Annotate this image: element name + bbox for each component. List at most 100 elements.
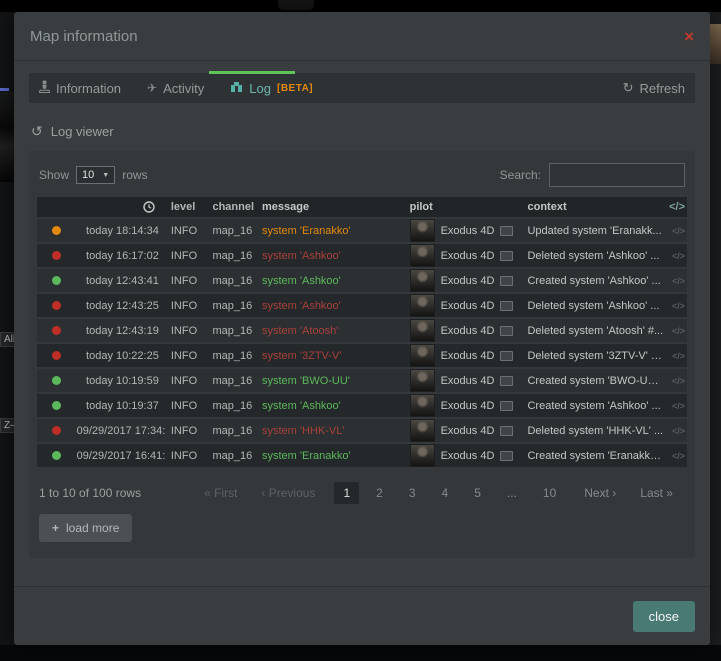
code-icon[interactable]: </>: [665, 226, 687, 236]
status-dot: [52, 251, 61, 260]
pilot-avatar: [410, 394, 435, 417]
load-more-button[interactable]: + load more: [39, 514, 132, 542]
code-icon[interactable]: </>: [665, 276, 687, 286]
refresh-icon: ↻: [623, 80, 634, 96]
tab-information-label: Information: [56, 81, 121, 96]
pilot-card-icon: [500, 451, 513, 461]
code-icon[interactable]: </>: [665, 351, 687, 361]
pagination-last[interactable]: Last »: [631, 482, 682, 504]
code-icon[interactable]: </>: [665, 401, 687, 411]
pilot-card-icon: [500, 426, 513, 436]
log-time: today 10:22:25: [77, 350, 165, 362]
status-dot: [52, 376, 61, 385]
log-context: Deleted system '3ZTV-V' #...: [527, 350, 665, 362]
table-row[interactable]: today 10:19:59 INFO map_16 system 'BWO-U…: [37, 369, 687, 394]
tab-activity-label: Activity: [163, 81, 204, 96]
pilot-avatar: [410, 294, 435, 317]
dialog-footer: close: [14, 586, 710, 645]
table-row[interactable]: today 10:22:25 INFO map_16 system '3ZTV-…: [37, 344, 687, 369]
log-level: INFO: [165, 325, 213, 337]
log-context: Created system 'BWO-UU'...: [527, 375, 665, 387]
status-dot: [52, 326, 61, 335]
page-size-select[interactable]: 10 ▼: [76, 166, 115, 184]
pagination-page-1[interactable]: 1: [334, 482, 359, 504]
pilot-avatar: [410, 319, 435, 342]
rows-label: rows: [122, 168, 147, 182]
table-row[interactable]: 09/29/2017 16:41:17 INFO map_16 system '…: [37, 444, 687, 469]
pagination-page-3[interactable]: 3: [400, 482, 425, 504]
log-message: system 'HHK-VL': [262, 425, 410, 437]
log-context: Created system 'Ashkoo' ...: [527, 400, 665, 412]
table-row[interactable]: today 18:14:34 INFO map_16 system 'Erana…: [37, 219, 687, 244]
channel-column-header[interactable]: channel: [212, 201, 262, 213]
pilot-name: Exodus 4D: [441, 275, 495, 287]
pilot-card-icon: [500, 401, 513, 411]
tab-bar: Information ✈ Activity Log [BETA] ↻ Refr…: [29, 73, 695, 103]
pagination-page-4[interactable]: 4: [433, 482, 458, 504]
log-context: Deleted system 'Atoosh' #...: [527, 325, 665, 337]
pilot-name: Exodus 4D: [441, 425, 495, 437]
code-icon[interactable]: </>: [665, 301, 687, 311]
pilot-card-icon: [500, 301, 513, 311]
message-column-header[interactable]: message: [262, 201, 410, 213]
pilot-card-icon: [500, 351, 513, 361]
pagination-next[interactable]: Next ›: [575, 482, 625, 504]
table-row[interactable]: today 10:19:37 INFO map_16 system 'Ashko…: [37, 394, 687, 419]
log-time: today 18:14:34: [77, 225, 165, 237]
log-context: Updated system 'Eranakk...: [527, 225, 665, 237]
tab-log[interactable]: Log [BETA]: [230, 81, 313, 96]
close-button[interactable]: close: [633, 601, 695, 632]
log-table: level channel message pilot context </> …: [37, 197, 687, 469]
search-input[interactable]: [549, 163, 685, 187]
code-icon[interactable]: </>: [665, 326, 687, 336]
code-icon[interactable]: </>: [665, 376, 687, 386]
table-row[interactable]: today 12:43:25 INFO map_16 system 'Ashko…: [37, 294, 687, 319]
log-time: today 16:17:02: [77, 250, 165, 262]
code-icon[interactable]: </>: [665, 426, 687, 436]
pilot-card-icon: [500, 226, 513, 236]
log-message: system 'Eranakko': [262, 450, 410, 462]
log-context: Deleted system 'HHK-VL' ...: [527, 425, 665, 437]
log-time: 09/29/2017 16:41:17: [77, 450, 165, 462]
level-column-header[interactable]: level: [165, 201, 213, 213]
pilot-name: Exodus 4D: [441, 300, 495, 312]
log-context: Created system 'Ashkoo' ...: [527, 275, 665, 287]
table-row[interactable]: today 12:43:19 INFO map_16 system 'Atoos…: [37, 319, 687, 344]
table-row[interactable]: 09/29/2017 17:34:25 INFO map_16 system '…: [37, 419, 687, 444]
table-row[interactable]: today 16:17:02 INFO map_16 system 'Ashko…: [37, 244, 687, 269]
pagination-info: 1 to 10 of 100 rows: [39, 486, 141, 500]
show-label: Show: [39, 168, 69, 182]
log-channel: map_16: [212, 275, 262, 287]
active-tab-indicator: [209, 71, 295, 74]
log-level: INFO: [165, 300, 213, 312]
pagination-page-5[interactable]: 5: [465, 482, 490, 504]
plus-icon: +: [52, 521, 59, 535]
refresh-button[interactable]: ↻ Refresh: [623, 80, 685, 96]
log-time: 09/29/2017 17:34:25: [77, 425, 165, 437]
log-message: system 'Ashkoo': [262, 250, 410, 262]
pagination-first[interactable]: « First: [195, 482, 246, 504]
tab-log-label: Log: [249, 81, 271, 96]
pagination-page-2[interactable]: 2: [367, 482, 392, 504]
pilot-name: Exodus 4D: [441, 400, 495, 412]
table-row[interactable]: today 12:43:41 INFO map_16 system 'Ashko…: [37, 269, 687, 294]
time-column-header[interactable]: [77, 201, 165, 213]
log-level: INFO: [165, 450, 213, 462]
context-column-header[interactable]: context: [527, 201, 665, 213]
close-icon[interactable]: ×: [684, 28, 694, 45]
code-icon[interactable]: </>: [665, 251, 687, 261]
pilot-name: Exodus 4D: [441, 350, 495, 362]
pagination-previous[interactable]: ‹ Previous: [252, 482, 324, 504]
pilot-avatar: [410, 444, 435, 467]
code-icon[interactable]: </>: [665, 451, 687, 461]
pilot-column-header[interactable]: pilot: [410, 201, 528, 213]
log-message: system 'Ashkoo': [262, 300, 410, 312]
log-channel: map_16: [212, 225, 262, 237]
log-level: INFO: [165, 425, 213, 437]
background-blue-line: [0, 88, 9, 91]
top-bar-notch: [278, 0, 314, 10]
log-channel: map_16: [212, 350, 262, 362]
tab-activity[interactable]: ✈ Activity: [147, 81, 204, 96]
tab-information[interactable]: Information: [39, 80, 121, 96]
pagination-page-10[interactable]: 10: [534, 482, 565, 504]
